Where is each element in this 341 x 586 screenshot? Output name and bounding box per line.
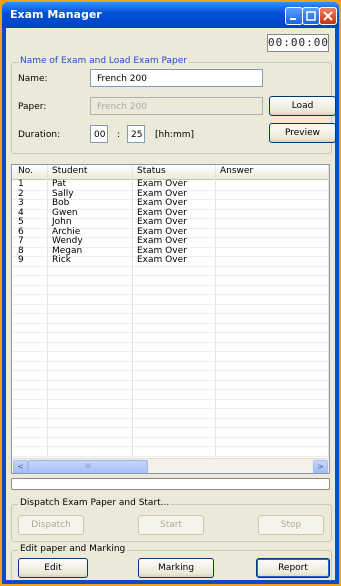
cell-status: Exam Over: [137, 255, 187, 265]
row-gridline: [12, 313, 329, 314]
edit-button[interactable]: Edit: [18, 558, 88, 578]
load-exam-legend: Name of Exam and Load Exam Paper: [18, 56, 189, 66]
stop-button[interactable]: Stop: [258, 515, 324, 535]
row-gridline: [12, 341, 329, 343]
list-header: No. Student Status Answer: [12, 165, 329, 180]
exam-name-field[interactable]: French 200: [90, 69, 263, 87]
row-gridline: [12, 389, 329, 390]
scroll-thumb[interactable]: III: [28, 460, 148, 473]
minimize-icon[interactable]: [285, 7, 303, 25]
duration-label: Duration:: [18, 130, 61, 140]
row-gridline: [12, 427, 329, 428]
row-gridline: [12, 275, 329, 276]
duration-separator: :: [117, 130, 121, 140]
column-answer[interactable]: Answer: [220, 166, 253, 176]
row-gridline: [12, 436, 329, 438]
row-gridline: [12, 398, 329, 400]
scroll-left-icon[interactable]: <: [13, 460, 28, 473]
row-gridline: [12, 455, 329, 457]
row-gridline: [12, 284, 329, 286]
row-gridline: [12, 446, 329, 447]
column-student[interactable]: Student: [52, 166, 87, 176]
scroll-right-icon[interactable]: >: [313, 460, 328, 473]
load-exam-group: Name of Exam and Load Exam Paper Name: F…: [11, 56, 336, 154]
dispatch-legend: Dispatch Exam Paper and Start...: [18, 498, 172, 508]
duration-minutes-field[interactable]: 25: [127, 125, 145, 143]
row-gridline: [12, 417, 329, 419]
preview-button[interactable]: Preview: [269, 123, 336, 143]
window-title: Exam Manager: [10, 8, 102, 21]
close-icon[interactable]: [319, 7, 337, 25]
exam-progress-bar: [11, 478, 330, 490]
start-button[interactable]: Start: [138, 515, 204, 535]
row-gridline: [12, 360, 329, 362]
name-label: Name:: [18, 74, 48, 84]
marking-button[interactable]: Marking: [138, 558, 214, 578]
row-gridline: [12, 294, 329, 295]
paper-field: French 200: [90, 97, 263, 115]
duration-hours-field[interactable]: 00: [90, 125, 108, 143]
row-gridline: [12, 332, 329, 333]
close-glyph: [323, 11, 333, 21]
cell-no: 9: [18, 255, 24, 265]
load-button[interactable]: Load: [269, 96, 336, 116]
maximize-icon[interactable]: [302, 7, 320, 25]
column-no[interactable]: No.: [18, 166, 33, 176]
client-area: 00:00:00 Name of Exam and Load Exam Pape…: [6, 28, 336, 581]
row-gridline: [12, 379, 329, 381]
dispatch-button[interactable]: Dispatch: [18, 515, 84, 535]
maximize-glyph: [306, 11, 316, 21]
dispatch-group: Dispatch Exam Paper and Start... Dispatc…: [11, 498, 332, 542]
exam-timer: 00:00:00: [267, 34, 329, 52]
row-gridline: [12, 265, 329, 267]
paper-label: Paper:: [18, 102, 47, 112]
cell-student: Rick: [52, 255, 71, 265]
marking-legend: Edit paper and Marking: [18, 544, 128, 554]
app-window: Exam Manager 00:00:00 Name of Exam and L…: [2, 2, 339, 584]
table-row[interactable]: 9 Rick Exam Over: [12, 255, 329, 266]
minimize-glyph: [290, 18, 296, 20]
student-list[interactable]: No. Student Status Answer 1 Pat Exam Over 2…: [11, 164, 330, 474]
row-gridline: [12, 303, 329, 305]
row-gridline: [12, 322, 329, 324]
row-gridline: [12, 370, 329, 371]
horizontal-scrollbar[interactable]: < III >: [12, 458, 329, 473]
report-button[interactable]: Report: [256, 558, 330, 578]
row-gridline: [12, 351, 329, 352]
column-status[interactable]: Status: [137, 166, 166, 176]
title-bar[interactable]: Exam Manager: [2, 2, 339, 28]
row-gridline: [12, 408, 329, 409]
marking-group: Edit paper and Marking Edit Marking Repo…: [11, 544, 332, 581]
duration-unit: [hh:mm]: [155, 130, 194, 140]
